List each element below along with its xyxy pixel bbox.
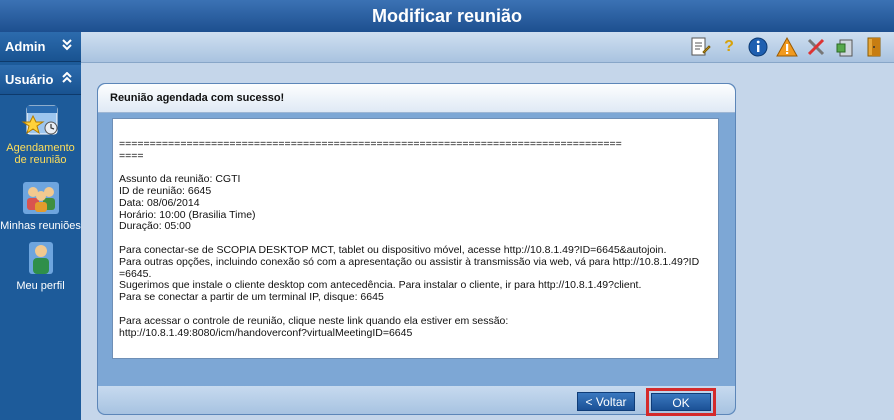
sidebar-item-label: Minhas reuniões bbox=[0, 220, 81, 232]
sidebar-item-label: Meu perfil bbox=[16, 280, 65, 292]
success-dialog: Reunião agendada com sucesso! ==========… bbox=[97, 83, 736, 416]
message-line: ID de reunião: 6645 bbox=[119, 184, 212, 197]
dialog-footer: < Voltar OK bbox=[98, 386, 735, 416]
dialog-header: Reunião agendada com sucesso! bbox=[98, 84, 735, 113]
message-line: http://10.8.1.49:8080/icm/handoverconf?v… bbox=[119, 326, 413, 339]
sidebar: Admin Usuário Agendamento de reunião Min… bbox=[0, 32, 81, 420]
meeting-details-text[interactable]: ========================================… bbox=[112, 118, 719, 359]
message-line: ==== bbox=[119, 149, 144, 162]
sidebar-item-minhas-reunioes[interactable]: Minhas reuniões bbox=[0, 180, 81, 232]
user-profile-icon bbox=[19, 240, 63, 276]
chevron-down-icon bbox=[62, 32, 72, 62]
message-line: Duração: 05:00 bbox=[119, 220, 191, 233]
message-line: ========================================… bbox=[119, 137, 622, 150]
message-line: Para conectar-se de SCOPIA DESKTOP MCT, … bbox=[119, 243, 667, 256]
message-line: Horário: 10:00 (Brasilia Time) bbox=[119, 208, 256, 221]
window-title: Modificar reunião bbox=[0, 0, 894, 32]
sidebar-item-label: Agendamento de reunião bbox=[6, 142, 75, 166]
sidebar-section-usuario[interactable]: Usuário bbox=[0, 65, 81, 95]
calendar-star-icon bbox=[19, 102, 63, 138]
message-line: Data: 08/06/2014 bbox=[119, 196, 200, 209]
sidebar-section-admin[interactable]: Admin bbox=[0, 32, 81, 62]
info-icon[interactable] bbox=[746, 35, 770, 59]
message-line: Para outras opções, incluindo conexão só… bbox=[119, 255, 700, 268]
back-button[interactable]: < Voltar bbox=[577, 392, 635, 411]
help-question-icon[interactable]: ? bbox=[717, 35, 741, 59]
message-line bbox=[119, 304, 714, 316]
sidebar-section-label: Usuário bbox=[5, 72, 54, 87]
sidebar-section-label: Admin bbox=[5, 39, 46, 54]
tools-icon[interactable] bbox=[804, 35, 828, 59]
sidebar-item-meu-perfil[interactable]: Meu perfil bbox=[0, 240, 81, 292]
edit-document-icon[interactable] bbox=[688, 35, 712, 59]
toolbar: ? bbox=[81, 32, 894, 63]
message-line: Para acessar o controle de reunião, cliq… bbox=[119, 314, 509, 327]
chevron-up-icon bbox=[62, 65, 72, 95]
ok-button[interactable]: OK bbox=[651, 393, 711, 411]
logout-door-icon[interactable] bbox=[862, 35, 886, 59]
sidebar-item-agendamento[interactable]: Agendamento de reunião bbox=[0, 102, 81, 166]
people-group-icon bbox=[19, 180, 63, 216]
message-line: Para se conectar a partir de um terminal… bbox=[119, 291, 384, 304]
dialog-title: Reunião agendada com sucesso! bbox=[110, 92, 285, 104]
server-icon[interactable] bbox=[833, 35, 857, 59]
warning-icon[interactable] bbox=[775, 35, 799, 59]
main-area: Reunião agendada com sucesso! ==========… bbox=[81, 63, 894, 420]
